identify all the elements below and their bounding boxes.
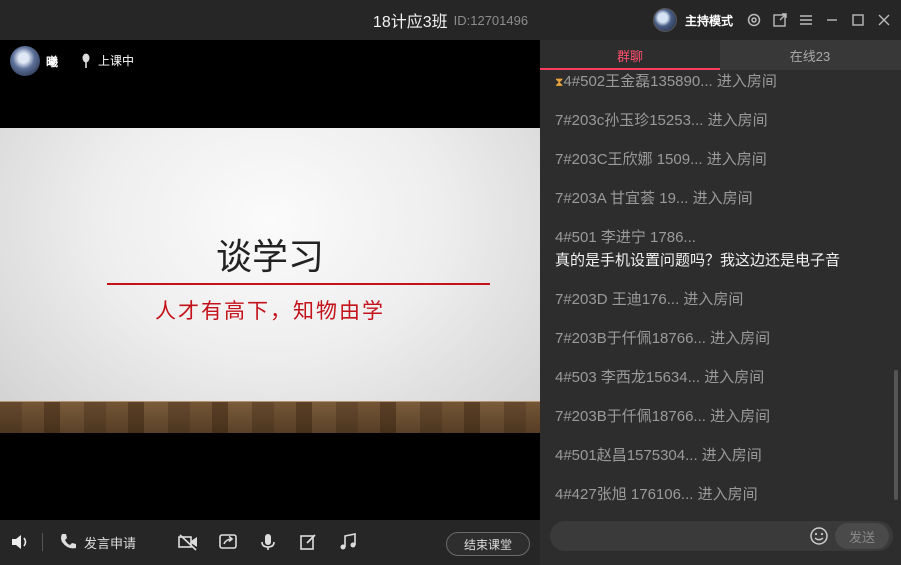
message-content: 进入房间	[702, 151, 767, 168]
speaker-icon[interactable]	[10, 532, 30, 552]
class-status: 上课中	[80, 52, 134, 69]
microphone-status-icon	[82, 53, 90, 68]
toolbar-divider	[42, 533, 43, 551]
list-item: 7#203B于仟佩18766... 进入房间	[555, 405, 770, 426]
list-item: 4#503 李西龙15634... 进入房间	[555, 366, 764, 387]
close-icon[interactable]	[875, 11, 893, 29]
list-item: 7#203B于仟佩18766... 进入房间	[555, 327, 770, 348]
message-sender: 4#503 李西龙15634...	[555, 369, 701, 386]
message-content: 进入房间	[697, 447, 762, 464]
list-item: 4#427张旭 176106... 进入房间	[555, 483, 758, 504]
message-sender: 7#203A 甘宜荟 19...	[555, 190, 689, 207]
message-scrollbar[interactable]	[894, 370, 898, 500]
message-sender: 7#203c孙玉珍15253...	[555, 112, 704, 129]
slide-subtitle: 人才有高下，知物由学	[155, 299, 385, 323]
message-content: 进入房间	[679, 291, 744, 308]
popout-icon[interactable]	[771, 11, 789, 29]
title-actions: 主持模式	[652, 0, 893, 40]
emoji-icon[interactable]	[809, 526, 829, 546]
apply-speak-button[interactable]: 发言申请	[58, 532, 136, 552]
message-sender: 4#427张旭 176106...	[555, 486, 694, 503]
presentation-slide: 谈学习 人才有高下，知物由学	[0, 128, 540, 433]
list-item: 7#203C王欣娜 1509... 进入房间	[555, 148, 767, 169]
menu-icon[interactable]	[797, 11, 815, 29]
message-content: 进入房间	[700, 369, 765, 386]
bottom-toolbar: 发言申请 结束课堂	[0, 520, 540, 565]
chat-input-row: 发送	[550, 521, 893, 551]
window-title: 18计应3班	[372, 14, 448, 31]
tab-group-chat[interactable]: 群聊	[540, 40, 720, 70]
message-content: 进入房间	[712, 73, 777, 90]
panel-tabs: 群聊 在线23	[540, 40, 901, 70]
room-id: ID:12701496	[453, 12, 529, 28]
video-area: 曦 上课中 谈学习 人才有高下，知物由学	[0, 40, 540, 520]
title-bar: 18计应3班 ID:12701496 主持模式	[0, 0, 901, 40]
phone-icon	[61, 534, 76, 549]
camera-off-icon[interactable]	[178, 532, 198, 552]
music-icon[interactable]	[338, 532, 358, 552]
list-item: 7#203A 甘宜荟 19... 进入房间	[555, 187, 753, 208]
chat-input[interactable]	[550, 521, 805, 551]
maximize-icon[interactable]	[849, 11, 867, 29]
slide-divider	[107, 283, 490, 285]
message-content: 进入房间	[705, 330, 771, 347]
screen-share-icon[interactable]	[218, 532, 238, 552]
message-content: 进入房间	[693, 486, 758, 503]
list-item: 7#203c孙玉珍15253... 进入房间	[555, 109, 768, 130]
message-sender: 7#203C王欣娜 1509...	[555, 151, 703, 168]
message-sender: 7#203B于仟佩18766...	[555, 330, 706, 347]
message-sender: 7#203B于仟佩18766...	[555, 408, 706, 425]
message-content: 进入房间	[688, 190, 753, 207]
tab-online[interactable]: 在线23	[720, 40, 900, 70]
chat-panel: 群聊 在线23 ⧗4#502王金磊135890... 进入房间 7#203c孙玉…	[540, 40, 901, 565]
message-sender: 7#203D 王迪176...	[555, 291, 680, 308]
settings-icon[interactable]	[745, 11, 763, 29]
end-class-button[interactable]: 结束课堂	[446, 532, 530, 556]
class-status-label: 上课中	[98, 54, 135, 68]
message-content: 进入房间	[703, 112, 768, 129]
send-button[interactable]: 发送	[835, 523, 889, 549]
list-item: 4#501赵昌1575304... 进入房间	[555, 444, 762, 465]
microphone-icon[interactable]	[258, 532, 278, 552]
message-sender: 4#502王金磊135890...	[563, 73, 713, 90]
message-content: 进入房间	[705, 408, 771, 425]
message-list: ⧗4#502王金磊135890... 进入房间 7#203c孙玉珍15253..…	[540, 70, 892, 520]
message-body: 真的是手机设置问题吗？我这边还是电子音	[555, 252, 841, 269]
edit-icon[interactable]	[298, 532, 318, 552]
presenter-name: 曦	[46, 54, 59, 69]
host-avatar[interactable]	[652, 8, 677, 32]
message-sender: 4#501 李进宁 1786...	[555, 229, 696, 246]
apply-speak-label: 发言申请	[84, 535, 137, 551]
minimize-icon[interactable]	[823, 11, 841, 29]
presenter-info: 曦	[10, 46, 58, 76]
list-item: ⧗4#502王金磊135890... 进入房间	[555, 70, 777, 91]
slide-floor-texture	[0, 401, 540, 433]
list-item: 7#203D 王迪176... 进入房间	[555, 288, 743, 309]
message-sender: 4#501赵昌1575304...	[555, 447, 698, 464]
list-item: 4#501 李进宁 1786... 真的是手机设置问题吗？我这边还是电子音	[555, 226, 840, 270]
host-mode-label[interactable]: 主持模式	[685, 12, 733, 29]
slide-title: 谈学习	[215, 237, 324, 278]
presenter-avatar	[10, 46, 40, 76]
